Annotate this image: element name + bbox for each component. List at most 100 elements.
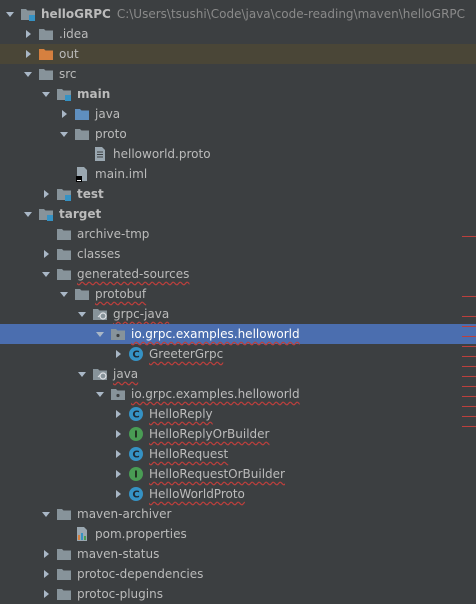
chevron-right-icon[interactable] bbox=[39, 244, 53, 264]
chevron-right-icon[interactable] bbox=[111, 404, 125, 424]
tree-node-label: maven-status bbox=[77, 547, 160, 561]
tree-node-out[interactable]: out bbox=[0, 44, 476, 64]
tree-node-grpc-java[interactable]: grpc-java bbox=[0, 304, 476, 324]
tree-node-io-grpc-examples-helloworld[interactable]: io.grpc.examples.helloworld bbox=[0, 324, 476, 344]
chevron-down-icon[interactable] bbox=[57, 124, 71, 144]
chevron-right-icon[interactable] bbox=[39, 184, 53, 204]
chevron-down-icon[interactable] bbox=[57, 284, 71, 304]
tree-node-hellorequest[interactable]: C HelloRequest bbox=[0, 444, 476, 464]
tree-node-target[interactable]: target bbox=[0, 204, 476, 224]
error-marker[interactable] bbox=[462, 236, 476, 237]
tree-node-hellorequestorbuilder[interactable]: I HelloRequestOrBuilder bbox=[0, 464, 476, 484]
text-file-icon bbox=[92, 146, 108, 162]
error-marker[interactable] bbox=[462, 426, 476, 427]
tree-node-label: HelloReplyOrBuilder bbox=[149, 427, 270, 441]
tree-node-pom-properties[interactable]: pom.properties bbox=[0, 524, 476, 544]
error-marker[interactable] bbox=[462, 396, 476, 397]
tree-node-helloreply[interactable]: C HelloReply bbox=[0, 404, 476, 424]
tree-node-label: main.iml bbox=[95, 167, 148, 181]
excluded-folder-icon bbox=[38, 46, 54, 62]
folder-icon bbox=[56, 506, 72, 522]
chevron-down-icon[interactable] bbox=[39, 84, 53, 104]
error-marker[interactable] bbox=[462, 326, 476, 327]
tree-node-protoc-dependencies[interactable]: protoc-dependencies bbox=[0, 564, 476, 584]
error-marker[interactable] bbox=[462, 296, 476, 297]
error-marker[interactable] bbox=[462, 356, 476, 357]
chevron-right-icon[interactable] bbox=[111, 464, 125, 484]
error-marker[interactable] bbox=[462, 336, 476, 337]
tree-node-hellogrpc[interactable]: helloGRPC C:\Users\tsushi\Code\java\code-… bbox=[0, 4, 476, 24]
generated-source-folder-icon bbox=[92, 306, 108, 322]
tree-node-maven-archiver[interactable]: maven-archiver bbox=[0, 504, 476, 524]
chevron-right-icon[interactable] bbox=[21, 24, 35, 44]
tree-node-classes[interactable]: classes bbox=[0, 244, 476, 264]
chevron-down-icon[interactable] bbox=[21, 64, 35, 84]
chevron-right-icon[interactable] bbox=[111, 344, 125, 364]
tree-node-generated-sources[interactable]: generated-sources bbox=[0, 264, 476, 284]
error-marker[interactable] bbox=[462, 416, 476, 417]
tree-node-java[interactable]: java bbox=[0, 104, 476, 124]
tree-node-label: classes bbox=[77, 247, 121, 261]
svg-text:C: C bbox=[132, 350, 139, 361]
tree-node-label: helloworld.proto bbox=[113, 147, 211, 161]
chevron-right-icon[interactable] bbox=[39, 544, 53, 564]
tree-node-helloreplyorbuilder[interactable]: I HelloReplyOrBuilder bbox=[0, 424, 476, 444]
tree-node-label: protoc-dependencies bbox=[77, 567, 204, 581]
chevron-down-icon[interactable] bbox=[39, 504, 53, 524]
tree-node-label: .idea bbox=[59, 27, 89, 41]
error-marker[interactable] bbox=[462, 346, 476, 347]
package-icon bbox=[110, 326, 126, 342]
tree-node-archive-tmp[interactable]: archive-tmp bbox=[0, 224, 476, 244]
project-path: C:\Users\tsushi\Code\java\code-reading\m… bbox=[116, 7, 466, 21]
chevron-down-icon[interactable] bbox=[75, 364, 89, 384]
chevron-right-icon[interactable] bbox=[39, 584, 53, 604]
tree-node-main[interactable]: main bbox=[0, 84, 476, 104]
tree-node-label: protoc-plugins bbox=[77, 587, 163, 601]
tree-node-helloworldproto[interactable]: C HelloWorldProto bbox=[0, 484, 476, 504]
tree-node-proto[interactable]: proto bbox=[0, 124, 476, 144]
svg-text:C: C bbox=[132, 410, 139, 421]
tree-node-label: src bbox=[59, 67, 77, 81]
tree-node-io-grpc-examples-helloworld[interactable]: io.grpc.examples.helloworld bbox=[0, 384, 476, 404]
tree-node-protoc-plugins[interactable]: protoc-plugins bbox=[0, 584, 476, 604]
class-icon: C bbox=[128, 446, 144, 462]
chevron-down-icon[interactable] bbox=[93, 384, 107, 404]
chevron-right-icon[interactable] bbox=[111, 484, 125, 504]
tree-node-label: pom.properties bbox=[95, 527, 187, 541]
tree-node-label: java bbox=[95, 107, 121, 121]
error-marker[interactable] bbox=[462, 366, 476, 367]
interface-icon: I bbox=[128, 466, 144, 482]
error-marker[interactable] bbox=[462, 376, 476, 377]
error-marker[interactable] bbox=[462, 386, 476, 387]
chevron-down-icon[interactable] bbox=[93, 324, 107, 344]
error-marker[interactable] bbox=[462, 316, 476, 317]
tree-node-helloworld-proto[interactable]: helloworld.proto bbox=[0, 144, 476, 164]
tree-node-java[interactable]: java bbox=[0, 364, 476, 384]
tree-node-label: java bbox=[113, 367, 139, 381]
chevron-down-icon[interactable] bbox=[3, 4, 17, 24]
chevron-right-icon[interactable] bbox=[21, 44, 35, 64]
tree-node-test[interactable]: test bbox=[0, 184, 476, 204]
error-stripe[interactable] bbox=[462, 0, 476, 601]
tree-node-idea[interactable]: .idea bbox=[0, 24, 476, 44]
tree-node-greetergrpc[interactable]: C GreeterGrpc bbox=[0, 344, 476, 364]
svg-text:C: C bbox=[132, 450, 139, 461]
folder-icon bbox=[74, 286, 90, 302]
folder-icon bbox=[56, 566, 72, 582]
tree-node-protobuf[interactable]: protobuf bbox=[0, 284, 476, 304]
chevron-right-icon[interactable] bbox=[111, 444, 125, 464]
tree-node-label: protobuf bbox=[95, 287, 147, 301]
module-folder-icon bbox=[20, 6, 36, 22]
tree-node-main-iml[interactable]: main.iml bbox=[0, 164, 476, 184]
tree-node-label: HelloReply bbox=[149, 407, 213, 421]
chevron-right-icon[interactable] bbox=[111, 424, 125, 444]
chevron-down-icon[interactable] bbox=[21, 204, 35, 224]
chevron-down-icon[interactable] bbox=[75, 304, 89, 324]
svg-text:I: I bbox=[134, 430, 138, 441]
chevron-right-icon[interactable] bbox=[39, 564, 53, 584]
error-marker[interactable] bbox=[462, 406, 476, 407]
chevron-down-icon[interactable] bbox=[39, 264, 53, 284]
chevron-right-icon[interactable] bbox=[57, 104, 71, 124]
tree-node-src[interactable]: src bbox=[0, 64, 476, 84]
tree-node-maven-status[interactable]: maven-status bbox=[0, 544, 476, 564]
